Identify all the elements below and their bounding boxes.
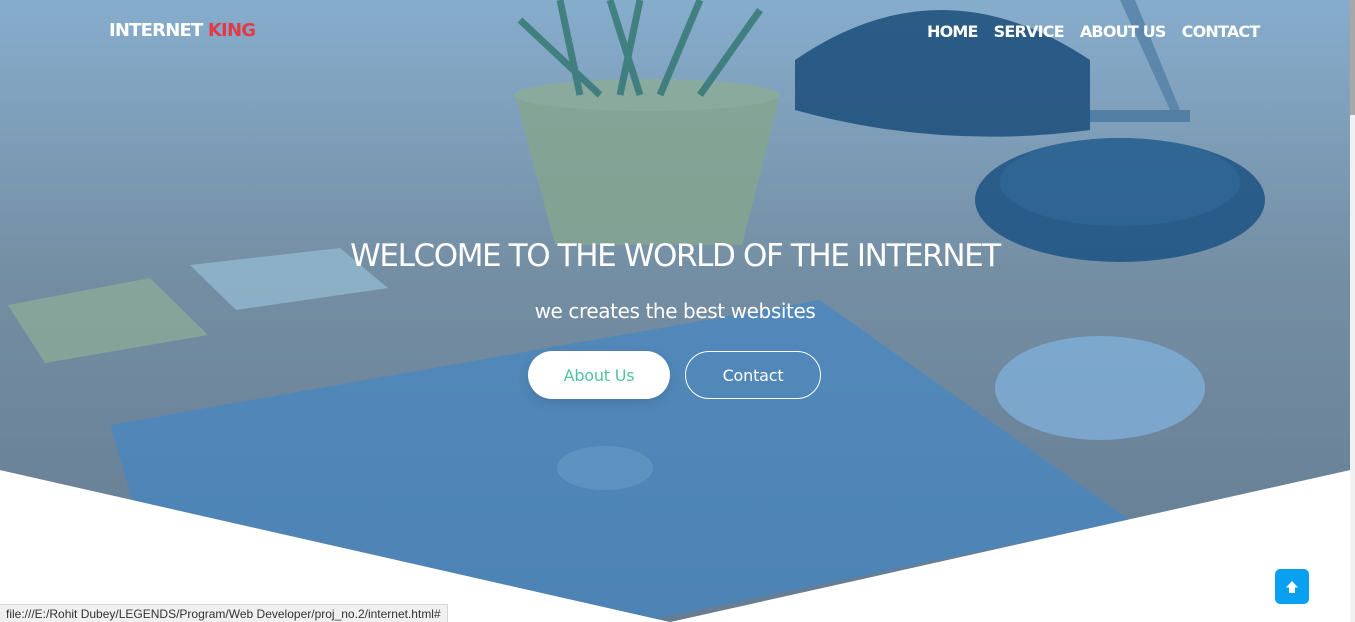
- nav-item-contact[interactable]: CONTACT: [1182, 22, 1261, 41]
- nav-item-service[interactable]: SERVICE: [994, 22, 1065, 41]
- scrollbar-thumb[interactable]: [1350, 0, 1355, 115]
- site-logo[interactable]: INTERNET KING: [109, 20, 256, 41]
- browser-status-bar: file:///E:/Rohit Dubey/LEGENDS/Program/W…: [0, 604, 448, 622]
- main-nav: HOME SERVICE ABOUT US CONTACT: [927, 22, 1261, 41]
- hero-title: WELCOME TO THE WORLD OF THE INTERNET: [350, 238, 1001, 274]
- scroll-to-top-button[interactable]: [1275, 569, 1309, 604]
- logo-text-second: KING: [207, 20, 256, 41]
- contact-button[interactable]: Contact: [685, 351, 821, 399]
- arrow-up-icon: [1286, 580, 1298, 593]
- nav-item-about-us[interactable]: ABOUT US: [1080, 22, 1167, 41]
- logo-text-first: INTERNET: [109, 20, 203, 41]
- about-us-button[interactable]: About Us: [528, 351, 670, 399]
- hero-subtitle: we creates the best websites: [534, 299, 816, 323]
- nav-item-home[interactable]: HOME: [927, 22, 978, 41]
- page-scrollbar[interactable]: [1350, 0, 1355, 622]
